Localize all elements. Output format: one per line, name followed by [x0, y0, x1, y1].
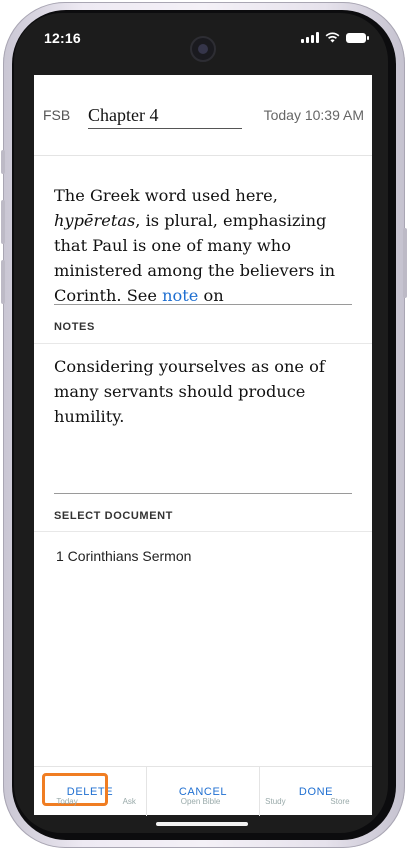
notes-divider [54, 493, 352, 494]
tab-store: Store [330, 797, 350, 806]
select-document-divider [34, 531, 372, 532]
note-link[interactable]: note [162, 286, 198, 303]
tab-today: Today [56, 797, 78, 806]
note-dialog: FSB Chapter 4 Today 10:39 AM The Greek w… [34, 75, 372, 816]
note-title-input[interactable]: Chapter 4 [88, 105, 242, 129]
volume-down-button [1, 260, 5, 304]
dialog-footer: DELETE CANCEL DONE [34, 766, 372, 816]
tab-open-bible: Open Bible [180, 797, 221, 806]
version-label: FSB [43, 107, 71, 123]
delete-button[interactable]: DELETE [34, 767, 146, 816]
study-note-passage: The Greek word used here, hypēretas, is … [54, 183, 356, 303]
note-timestamp: Today 10:39 AM [263, 107, 364, 123]
battery-icon [346, 32, 369, 43]
passage-divider [54, 304, 352, 305]
cancel-button[interactable]: CANCEL [146, 767, 259, 816]
tab-ask: Ask [122, 797, 136, 806]
passage-text-end: on [198, 286, 224, 303]
status-time: 12:16 [44, 30, 81, 46]
home-indicator[interactable] [156, 822, 248, 826]
volume-up-button [1, 200, 5, 244]
cellular-signal-icon [301, 32, 319, 43]
cancel-button-label: CANCEL [178, 785, 228, 798]
notes-label: NOTES [54, 321, 95, 333]
document-option[interactable]: 1 Corinthians Sermon [56, 548, 191, 564]
wifi-icon [325, 32, 340, 43]
passage-term: hypēretas [54, 211, 136, 230]
front-camera [190, 36, 216, 62]
notes-textarea[interactable]: Considering yourselves as one of many se… [54, 354, 350, 429]
dialog-header: FSB Chapter 4 Today 10:39 AM [34, 75, 372, 156]
status-icons [301, 32, 369, 43]
tab-study: Study [265, 797, 286, 806]
screen: 12:16 FSB Chapter 4 Today 10:39 AM The G… [14, 13, 388, 833]
notes-divider-top [34, 343, 372, 344]
select-document-label: SELECT DOCUMENT [54, 510, 173, 522]
done-button-label: DONE [298, 785, 334, 798]
side-button [1, 150, 5, 174]
power-button [403, 228, 407, 298]
done-button[interactable]: DONE [259, 767, 372, 816]
passage-text: The Greek word used here, [54, 186, 278, 205]
background-tab-bar: Today Ask Open Bible Study Store [34, 797, 372, 806]
